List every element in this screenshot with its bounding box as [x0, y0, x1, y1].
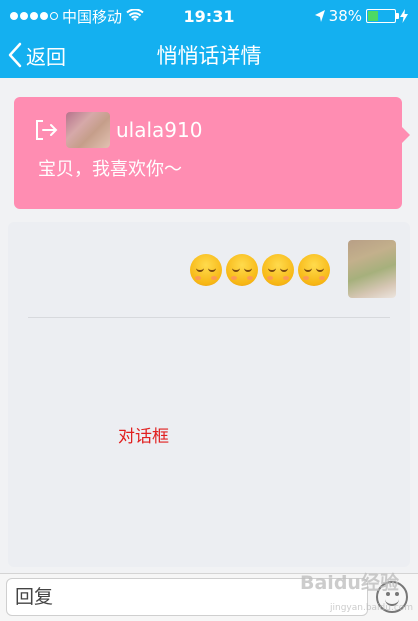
sender-name[interactable]: ulala910 [116, 118, 202, 142]
back-button[interactable]: 返回 [8, 40, 66, 70]
reply-input[interactable] [6, 578, 368, 616]
divider [28, 317, 390, 318]
back-label: 返回 [26, 44, 66, 69]
page-title: 悄悄话详情 [156, 44, 262, 68]
smiley-emoji-icon [262, 254, 294, 286]
smiley-emoji-icon [190, 254, 222, 286]
charging-icon [400, 9, 408, 23]
sign-out-icon [36, 120, 58, 140]
sender-avatar[interactable] [66, 112, 110, 148]
status-right: 38% [314, 7, 408, 25]
battery-fill [368, 11, 378, 21]
annotation-label: 对话框 [118, 427, 169, 447]
battery-percent: 38% [328, 7, 362, 25]
location-icon [314, 10, 325, 22]
carrier-label: 中国移动 [62, 7, 123, 26]
signal-icon [10, 12, 58, 20]
conversation-area: 对话框 [8, 222, 410, 567]
chevron-left-icon [8, 42, 22, 68]
sender-row: ulala910 [34, 112, 202, 148]
smiley-emoji-icon [226, 254, 258, 286]
status-left: 中国移动 [10, 6, 144, 27]
emoji-reply-row [190, 254, 330, 286]
battery-icon [366, 9, 399, 23]
status-bar: 中国移动 19:31 38% [0, 0, 418, 32]
reply-bar [0, 573, 418, 621]
nav-bar: 返回 悄悄话详情 [0, 32, 418, 78]
reply-avatar[interactable] [348, 240, 396, 298]
wifi-icon [126, 9, 144, 21]
whisper-message-text: 宝贝，我喜欢你～ [38, 159, 182, 180]
whisper-message-card: ulala910 宝贝，我喜欢你～ [14, 97, 410, 209]
card-notch [402, 127, 410, 143]
emoji-button-icon[interactable] [376, 581, 408, 613]
smiley-emoji-icon [298, 254, 330, 286]
